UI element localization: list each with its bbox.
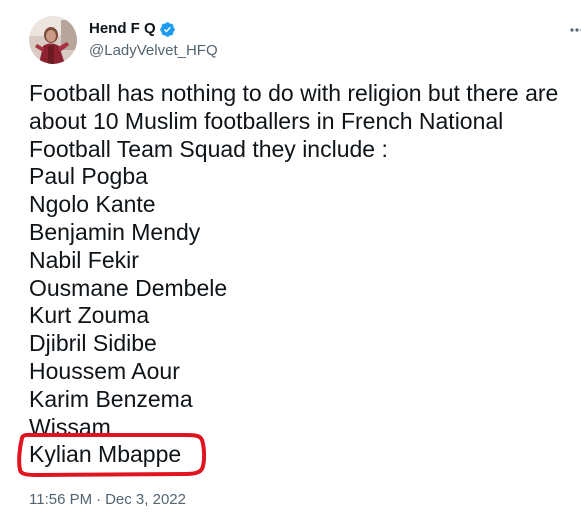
tweet-header: Hend F Q @LadyVelvet_HFQ — [29, 15, 218, 65]
tweet-text-line: about 10 Muslim footballers in French Na… — [29, 107, 504, 134]
player-name: Nabil Fekir — [29, 246, 139, 273]
verified-badge-icon — [159, 21, 176, 38]
tweet-text-line: Football Team Squad they include : — [29, 135, 388, 162]
tweet-card: Hend F Q @LadyVelvet_HFQ Football has no… — [0, 0, 581, 525]
tweet-text-line: Football has nothing to do with religion… — [29, 80, 559, 106]
player-name: Paul Pogba — [29, 163, 148, 190]
tweet-date: Dec 3, 2022 — [105, 491, 186, 508]
author-handle[interactable]: @LadyVelvet_HFQ — [89, 41, 218, 61]
name-row: Hend F Q — [89, 19, 218, 39]
more-options-icon[interactable] — [569, 22, 581, 38]
player-name: Houssem Aour — [29, 357, 180, 384]
tweet-timestamp[interactable]: 11:56 PM · Dec 3, 2022 — [29, 490, 186, 510]
player-name-highlighted: Kylian Mbappe — [29, 441, 182, 468]
avatar[interactable] — [29, 16, 77, 64]
avatar-image — [29, 16, 77, 64]
player-name: Ngolo Kante — [29, 191, 156, 218]
tweet-time: 11:56 PM — [29, 491, 93, 508]
author-names: Hend F Q @LadyVelvet_HFQ — [89, 19, 218, 61]
player-name: Ousmane Dembele — [29, 274, 228, 301]
player-name: Benjamin Mendy — [29, 218, 201, 245]
player-name: Djibril Sidibe — [29, 330, 157, 357]
player-name: Wissam — [29, 413, 111, 440]
timestamp-separator: · — [96, 491, 102, 508]
display-name[interactable]: Hend F Q — [89, 19, 156, 39]
player-name: Karim Benzema — [29, 385, 193, 412]
tweet-text: Football has nothing to do with religion… — [29, 80, 574, 469]
player-name: Kurt Zouma — [29, 302, 150, 329]
